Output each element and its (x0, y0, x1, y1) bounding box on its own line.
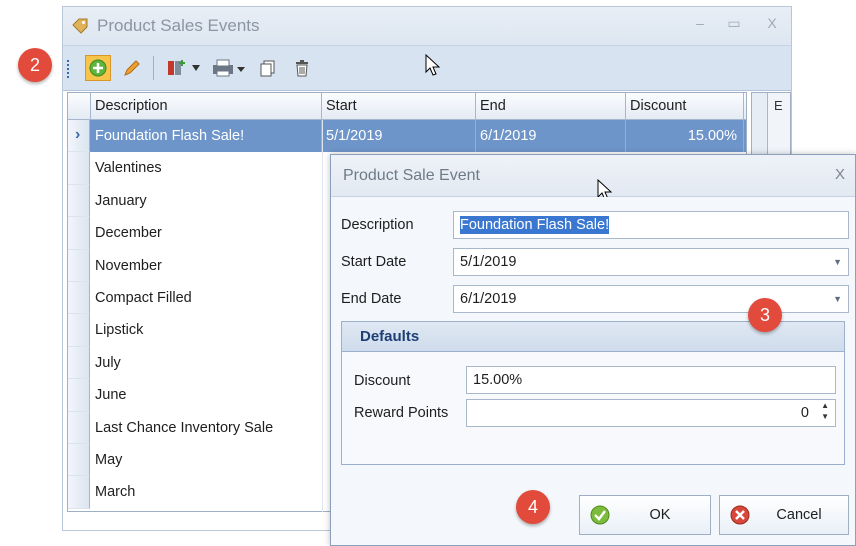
cell-description[interactable]: December (91, 217, 322, 249)
row-indicator (68, 184, 90, 218)
row-indicator (68, 411, 90, 444)
cancel-icon (730, 505, 750, 525)
chevron-down-icon[interactable]: ▼ (833, 286, 842, 312)
reward-points-label: Reward Points (354, 405, 449, 421)
callout-badge-2: 2 (18, 48, 52, 82)
print-button[interactable] (209, 55, 247, 81)
secondary-header-fragment: E (774, 98, 783, 113)
end-date-label: End Date (341, 291, 402, 307)
dialog-body: Description Foundation Flash Sale! Start… (331, 197, 855, 545)
defaults-group: Defaults Discount 15.00% Reward Points 0… (341, 321, 845, 465)
discount-value: 15.00% (473, 372, 523, 388)
column-header-start[interactable]: Start (322, 93, 476, 120)
dropdown-icon (192, 65, 200, 71)
row-indicator (68, 346, 90, 380)
columns-button[interactable] (163, 55, 189, 81)
discount-label: Discount (354, 373, 411, 389)
row-indicator (68, 444, 90, 477)
column-divider (322, 120, 323, 512)
delete-button[interactable] (289, 55, 315, 81)
cell-description[interactable]: Valentines (91, 152, 322, 184)
add-button[interactable] (85, 55, 111, 81)
grid-header: Description Start End Discount (68, 93, 746, 120)
cell-description[interactable]: June (91, 379, 322, 411)
copy-icon (260, 60, 275, 77)
cancel-button[interactable]: Cancel (719, 495, 849, 535)
callout-badge-3: 3 (748, 298, 782, 332)
cell-description[interactable]: July (91, 347, 322, 379)
toolbar (63, 45, 791, 91)
reward-points-stepper[interactable]: 0 ▲ ▼ (466, 399, 836, 427)
end-date-field[interactable]: 6/1/2019 ▼ (453, 285, 849, 313)
reward-points-value: 0 (800, 405, 809, 421)
description-field[interactable]: Foundation Flash Sale! (453, 211, 849, 239)
cell-description[interactable]: Foundation Flash Sale! (91, 120, 322, 153)
minimize-button[interactable]: – (689, 15, 711, 33)
table-row[interactable]: › Foundation Flash Sale! 5/1/2019 6/1/20… (68, 120, 746, 153)
row-indicator: › (68, 120, 90, 153)
maximize-button[interactable]: ▭ (723, 15, 745, 33)
cell-description[interactable]: May (91, 444, 322, 476)
column-header-discount[interactable]: Discount (626, 93, 744, 120)
stepper-arrows-icon[interactable]: ▲ ▼ (821, 400, 829, 422)
cell-description[interactable]: November (91, 250, 322, 282)
window-title: Product Sales Events (97, 16, 260, 35)
chevron-down-icon[interactable]: ▼ (833, 249, 842, 275)
edit-button[interactable] (119, 55, 145, 81)
row-indicator (68, 217, 90, 250)
row-indicator (68, 476, 90, 509)
start-date-label: Start Date (341, 254, 407, 270)
header-indicator (68, 93, 91, 120)
cell-description[interactable]: March (91, 476, 322, 508)
window-title-bar: Product Sales Events – ▭ X (63, 7, 791, 45)
row-indicator (68, 379, 90, 412)
toolbar-grip (67, 60, 70, 78)
row-indicator (68, 249, 90, 282)
dialog-title: Product Sale Event (343, 167, 480, 184)
defaults-title: Defaults (360, 328, 420, 345)
cell-description[interactable]: Lipstick (91, 314, 322, 346)
ok-button[interactable]: OK (579, 495, 711, 535)
end-date-value: 6/1/2019 (460, 291, 517, 307)
discount-field[interactable]: 15.00% (466, 366, 836, 394)
column-header-end[interactable]: End (476, 93, 626, 120)
edit-pencil-icon (124, 60, 140, 76)
callout-badge-4: 4 (516, 490, 550, 524)
dialog-close-button[interactable]: X (835, 166, 845, 183)
cell-discount[interactable]: 15.00% (626, 120, 744, 153)
close-window-button[interactable]: X (761, 15, 783, 33)
add-icon (89, 59, 107, 77)
columns-icon (168, 60, 185, 75)
cell-description[interactable]: Compact Filled (91, 282, 322, 314)
column-header-description[interactable]: Description (91, 93, 322, 120)
product-sale-event-dialog: Product Sale Event X Description Foundat… (330, 154, 856, 546)
description-label: Description (341, 217, 414, 233)
print-icon (213, 59, 245, 77)
description-value: Foundation Flash Sale! (460, 216, 610, 234)
cancel-label: Cancel (776, 507, 822, 523)
copy-button[interactable] (255, 55, 281, 81)
dialog-title-bar: Product Sale Event X (331, 155, 855, 201)
secondary-row-indicator (752, 93, 768, 161)
secondary-grid-stub: E (751, 92, 791, 162)
ok-label: OK (649, 507, 671, 523)
start-date-value: 5/1/2019 (460, 254, 517, 270)
cell-start[interactable]: 5/1/2019 (322, 120, 476, 153)
tag-icon (71, 17, 89, 35)
toolbar-separator (153, 56, 154, 80)
start-date-field[interactable]: 5/1/2019 ▼ (453, 248, 849, 276)
row-indicator (68, 152, 90, 185)
columns-dropdown[interactable] (189, 55, 203, 81)
mouse-cursor-icon (425, 53, 441, 76)
row-indicator (68, 282, 90, 315)
selected-row-chevron-icon: › (75, 126, 81, 143)
check-icon (590, 505, 610, 525)
cell-end[interactable]: 6/1/2019 (476, 120, 626, 153)
row-indicator (68, 314, 90, 347)
cell-description[interactable]: January (91, 185, 322, 217)
delete-trash-icon (296, 60, 308, 77)
cell-description[interactable]: Last Chance Inventory Sale (91, 412, 322, 444)
